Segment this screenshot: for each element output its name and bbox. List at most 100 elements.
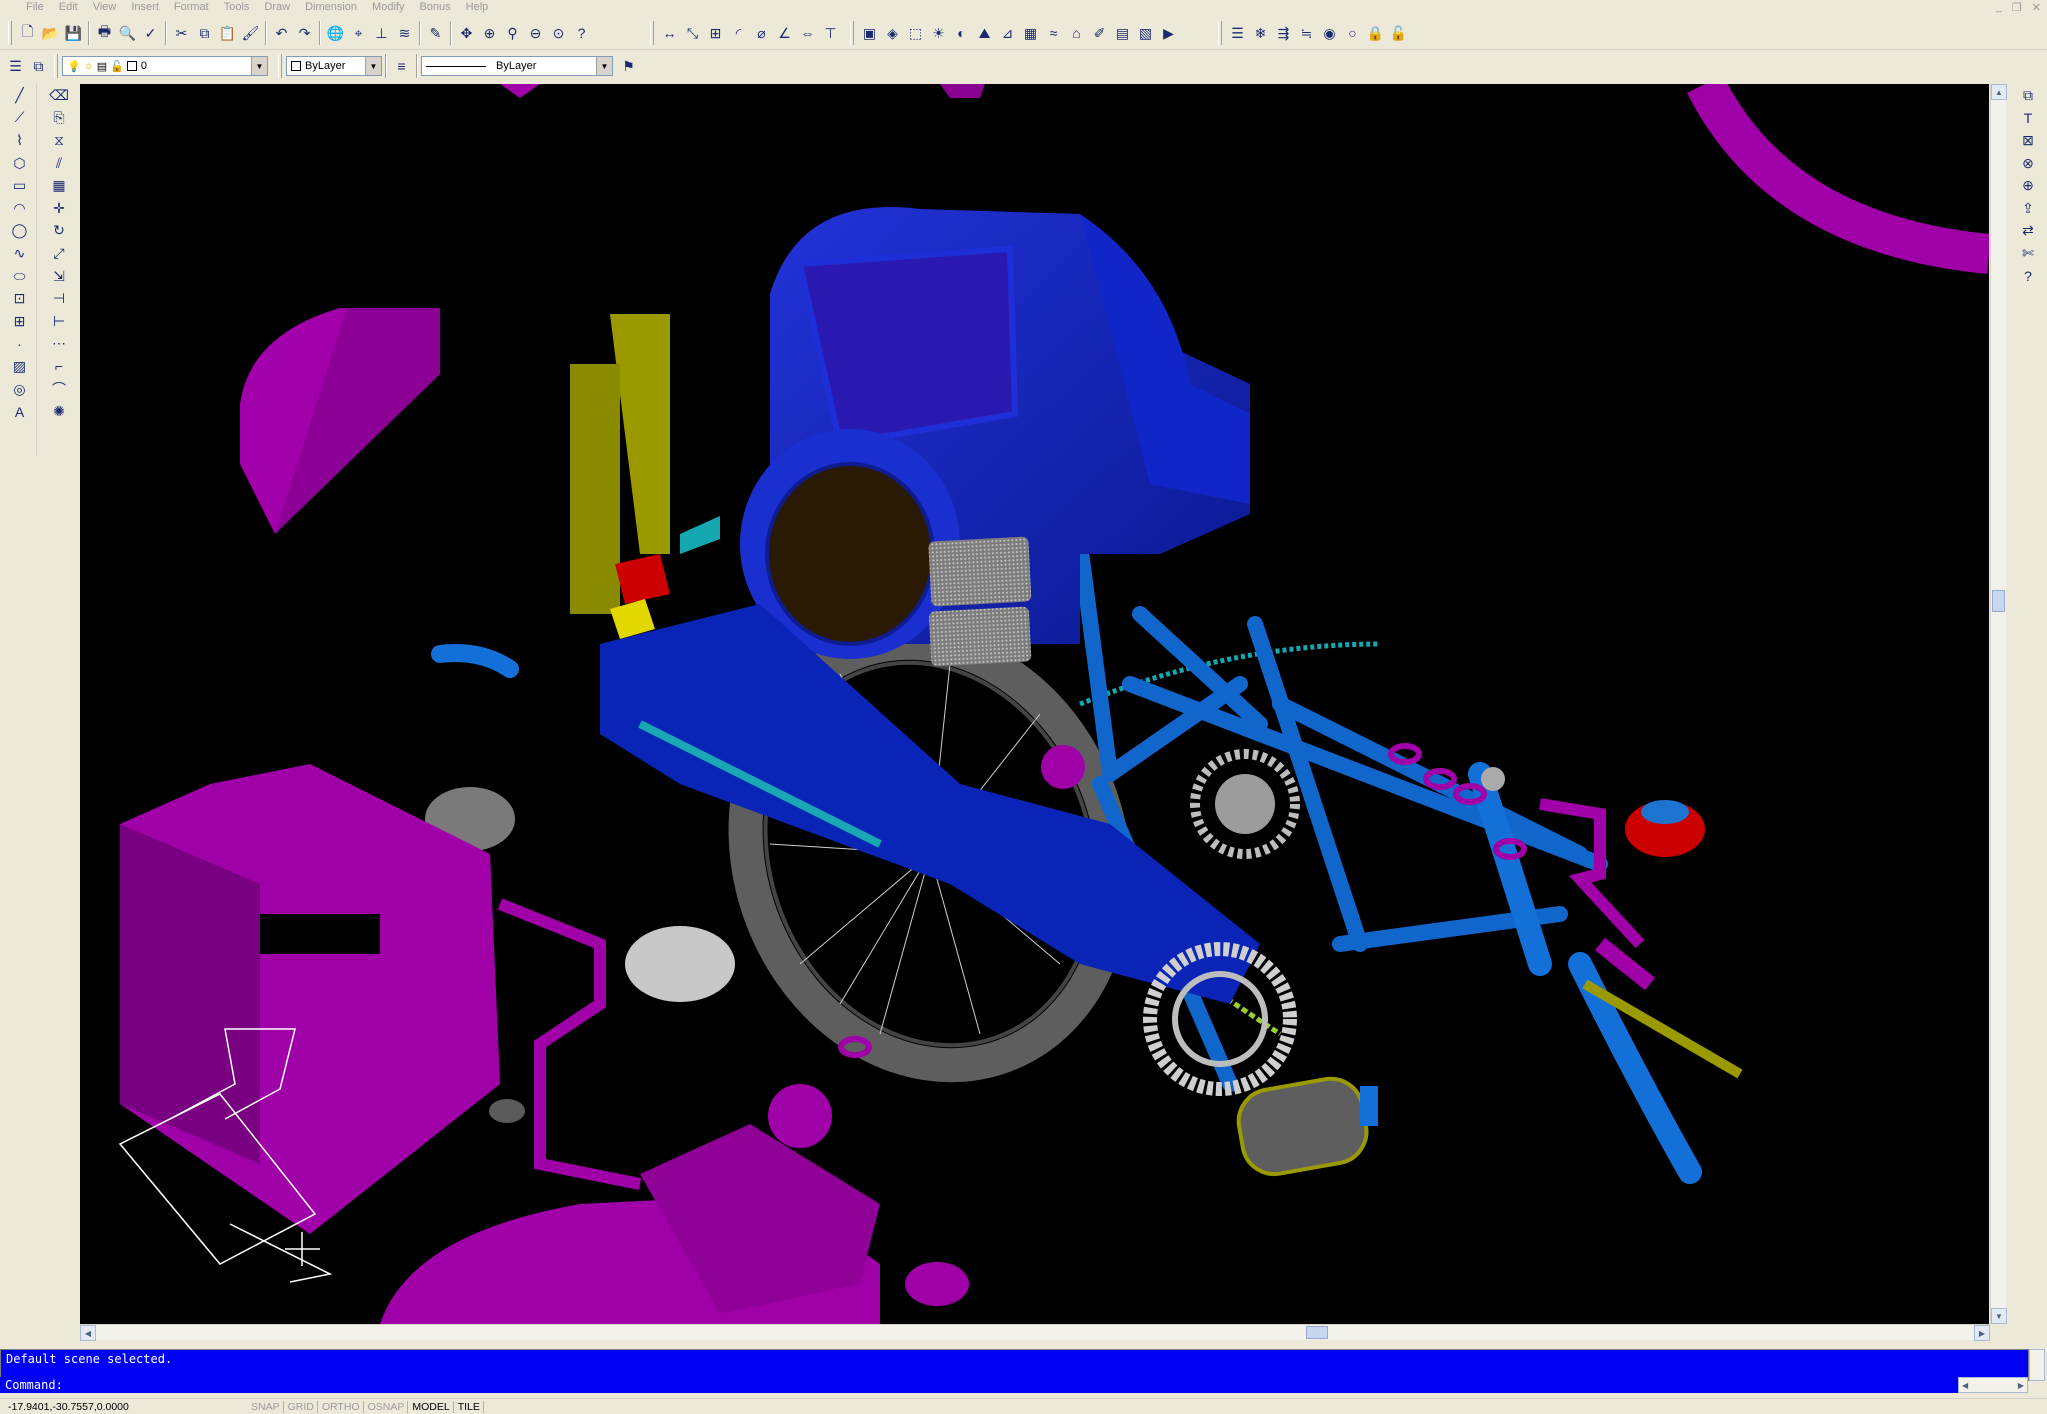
copy-icon[interactable]: ⧉ [193, 20, 216, 46]
layer-walk-icon[interactable]: ⇶ [1272, 20, 1295, 46]
quick-dim-icon[interactable]: ⇔ [796, 20, 819, 46]
save-image-icon[interactable]: ▧ [1134, 20, 1157, 46]
fillet-icon[interactable]: ⌒ [46, 378, 72, 401]
zoom-icon[interactable]: ⚲ [501, 20, 524, 46]
trim-icon[interactable]: ⊣ [46, 287, 72, 310]
command-line-scrollbar[interactable]: ◀ ▶ [1958, 1377, 2028, 1393]
scroll-right-arrow[interactable]: ▶ [2018, 1381, 2024, 1390]
chamfer-icon[interactable]: ⌐ [46, 355, 72, 378]
status-toggle-grid[interactable]: GRID [285, 1400, 318, 1413]
lineweight-icon[interactable]: ≡ [390, 53, 413, 79]
linear-dim-icon[interactable]: ↔ [658, 20, 681, 46]
make-block-icon[interactable]: ⊞ [7, 310, 33, 333]
restore-button[interactable]: ❐ [2012, 1, 2022, 14]
mapping-icon[interactable]: ⊿ [996, 20, 1019, 46]
bonus-block-icon[interactable]: ⊠ [2015, 129, 2041, 152]
layer-lock-icon[interactable]: 🔒 [1364, 20, 1387, 46]
bonus-replace-icon[interactable]: ⇄ [2015, 220, 2041, 243]
mirror-icon[interactable]: ⧖ [46, 129, 72, 152]
stretch-icon[interactable]: ⇲ [46, 265, 72, 288]
diameter-dim-icon[interactable]: ⌀ [750, 20, 773, 46]
layer-freeze-icon[interactable]: ❄ [1249, 20, 1272, 46]
render-icon[interactable]: ◈ [881, 20, 904, 46]
layer-states-icon[interactable]: ☰ [1226, 20, 1249, 46]
menu-item-draw[interactable]: Draw [264, 1, 290, 13]
fog-icon[interactable]: ≈ [1042, 20, 1065, 46]
scroll-down-arrow[interactable]: ▼ [1991, 1308, 2007, 1324]
landscape-edit-icon[interactable]: ✐ [1088, 20, 1111, 46]
toolbar-grip[interactable] [8, 21, 12, 45]
point-icon[interactable]: · [7, 333, 33, 356]
chevron-down-icon[interactable]: ▼ [365, 57, 381, 75]
toolbar-grip[interactable] [850, 21, 854, 45]
spellcheck-icon[interactable]: ✓ [139, 20, 162, 46]
horizontal-scrollbar[interactable]: ◀ ▶ [80, 1324, 1990, 1341]
hyperlink-icon[interactable]: 🌐 [324, 20, 347, 46]
object-snap-icon[interactable]: ⌖ [347, 20, 370, 46]
landscape-new-icon[interactable]: ⌂ [1065, 20, 1088, 46]
toolbar-grip[interactable] [650, 21, 654, 45]
scroll-left-arrow[interactable]: ◀ [80, 1325, 96, 1341]
status-toggle-ortho[interactable]: ORTHO [319, 1400, 364, 1413]
menu-item-tools[interactable]: Tools [224, 1, 250, 13]
layer-match-icon[interactable]: ≒ [1295, 20, 1318, 46]
toolbar-grip[interactable] [54, 54, 58, 78]
landscape-library-icon[interactable]: ▤ [1111, 20, 1134, 46]
circle-icon[interactable]: ◯ [7, 220, 33, 243]
aligned-dim-icon[interactable]: ⤡ [681, 20, 704, 46]
multiline-text-icon[interactable]: A [7, 400, 33, 423]
scroll-up-arrow[interactable]: ▲ [1991, 84, 2007, 100]
command-history-scrollbar[interactable] [2029, 1349, 2045, 1381]
menu-item-dimension[interactable]: Dimension [305, 1, 357, 13]
scroll-left-arrow[interactable]: ◀ [1962, 1381, 1968, 1390]
menu-item-edit[interactable]: Edit [59, 1, 78, 13]
status-toggle-snap[interactable]: SNAP [248, 1400, 284, 1413]
menu-item-view[interactable]: View [93, 1, 117, 13]
extend-icon[interactable]: ⊢ [46, 310, 72, 333]
paste-icon[interactable]: 📋 [216, 20, 239, 46]
bonus-purge-icon[interactable]: ⊗ [2015, 152, 2041, 175]
zoom-window-icon[interactable]: ⊕ [478, 20, 501, 46]
explode-icon[interactable]: ✺ [46, 400, 72, 423]
scene-icon[interactable]: ⬚ [904, 20, 927, 46]
polyline-icon[interactable]: ⌇ [7, 129, 33, 152]
menu-item-file[interactable]: File [26, 1, 44, 13]
zoom-previous-icon[interactable]: ⊖ [524, 20, 547, 46]
ucs-icon[interactable]: ⊥ [370, 20, 393, 46]
scale-icon[interactable]: ⤢ [46, 242, 72, 265]
menu-item-format[interactable]: Format [174, 1, 209, 13]
vertical-scrollbar[interactable]: ▲ ▼ [1990, 84, 2007, 1324]
bonus-layer-icon[interactable]: ⧉ [2015, 84, 2041, 107]
pan-icon[interactable]: ✥ [455, 20, 478, 46]
print-icon[interactable]: 🖶 [93, 20, 116, 46]
toolbar-grip[interactable] [1218, 21, 1222, 45]
layer-isolate-icon[interactable]: ◉ [1318, 20, 1341, 46]
layer-off-icon[interactable]: ○ [1341, 20, 1364, 46]
inquiry-icon[interactable]: ≋ [393, 20, 416, 46]
plot-style-icon[interactable]: ⚑ [617, 53, 640, 79]
layer-manager-icon[interactable]: ☰ [4, 53, 27, 79]
rotate-icon[interactable]: ↻ [46, 220, 72, 243]
rectangle-icon[interactable]: ▭ [7, 174, 33, 197]
linetype-combo[interactable]: ByLayer ▼ [421, 56, 613, 76]
bonus-attach-icon[interactable]: ⊕ [2015, 174, 2041, 197]
close-button[interactable]: ✕ [2032, 1, 2041, 14]
ellipse-icon[interactable]: ⬭ [7, 265, 33, 288]
offset-icon[interactable]: ⫽ [46, 152, 72, 175]
polygon-icon[interactable]: ⬡ [7, 152, 33, 175]
construction-line-icon[interactable]: ⟋ [7, 107, 33, 130]
move-icon[interactable]: ✛ [46, 197, 72, 220]
hatch-icon[interactable]: ▨ [7, 355, 33, 378]
radius-dim-icon[interactable]: ◜ [727, 20, 750, 46]
chevron-down-icon[interactable]: ▼ [596, 57, 612, 75]
menu-item-bonus[interactable]: Bonus [419, 1, 450, 13]
undo-icon[interactable]: ↶ [270, 20, 293, 46]
drawing-viewport[interactable] [80, 84, 1989, 1324]
baseline-dim-icon[interactable]: ⊤ [819, 20, 842, 46]
light-icon[interactable]: ☀ [927, 20, 950, 46]
preview-icon[interactable]: 🔍 [116, 20, 139, 46]
command-line-input[interactable]: Command: [0, 1377, 1958, 1393]
scroll-right-arrow[interactable]: ▶ [1974, 1325, 1990, 1341]
bonus-help-icon[interactable]: ? [2015, 265, 2041, 288]
status-toggle-tile[interactable]: TILE [455, 1400, 484, 1413]
